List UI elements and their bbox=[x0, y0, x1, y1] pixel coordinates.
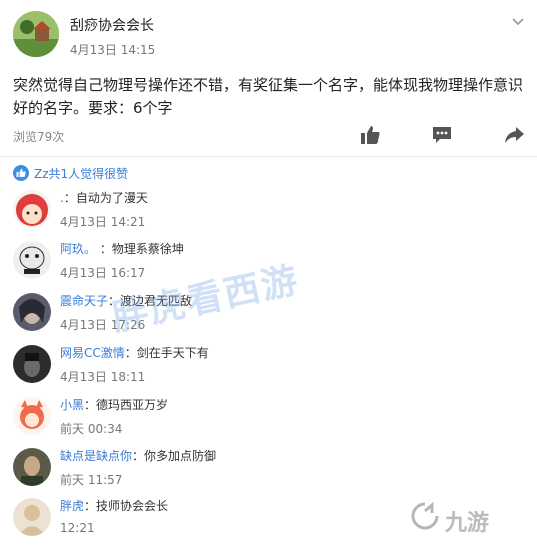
comment-sep: ： bbox=[96, 242, 112, 256]
comment-sep: ： bbox=[84, 499, 97, 513]
comment-time: 12:21 bbox=[60, 521, 95, 535]
likes-text: Zz共1人觉得很赞 bbox=[34, 167, 129, 181]
comment-author[interactable]: 网易CC激情 bbox=[60, 346, 125, 360]
share-icon[interactable] bbox=[503, 124, 525, 146]
comment-line: .：自动为了漫天 bbox=[60, 189, 148, 206]
comment-sep: ： bbox=[84, 398, 97, 412]
comment-time: 4月13日 14:21 bbox=[60, 215, 146, 229]
comment-time: 4月13日 16:17 bbox=[60, 266, 146, 280]
comment-author[interactable]: 震命天子 bbox=[60, 294, 108, 308]
comment-item: .：自动为了漫天 4月13日 14:21 bbox=[0, 186, 537, 238]
comment-avatar[interactable] bbox=[13, 397, 51, 435]
avatar-image bbox=[13, 345, 51, 383]
comment-author[interactable]: 阿玖。 bbox=[60, 242, 96, 256]
comment-line: 网易CC激情：剑在手天下有 bbox=[60, 344, 209, 361]
avatar-image bbox=[13, 448, 51, 486]
chevron-down-icon[interactable] bbox=[510, 14, 526, 30]
post-author-avatar[interactable] bbox=[13, 11, 59, 57]
view-count: 浏览79次 bbox=[13, 130, 65, 144]
comment-avatar[interactable] bbox=[13, 293, 51, 331]
comment-line: 阿玖。 ：物理系蔡徐坤 bbox=[60, 240, 184, 257]
comment-time: 4月13日 18:11 bbox=[60, 370, 146, 384]
comment-text: 技师协会会长 bbox=[96, 499, 169, 513]
avatar-image bbox=[13, 498, 51, 536]
comment-avatar[interactable] bbox=[13, 448, 51, 486]
comment-line: 小黑：德玛西亚万岁 bbox=[60, 396, 168, 413]
comment-text: 自动为了漫天 bbox=[75, 191, 148, 205]
comment-time: 前天 11:57 bbox=[60, 473, 123, 487]
post-header: 刮痧协会会长 4月13日 14:15 bbox=[0, 0, 537, 64]
comment-text: 你多加点防御 bbox=[144, 449, 217, 463]
comment-text: 物理系蔡徐坤 bbox=[111, 242, 184, 256]
comment-avatar[interactable] bbox=[13, 190, 51, 228]
comment-time: 前天 00:34 bbox=[60, 422, 123, 436]
brand-watermark: 九游 bbox=[445, 511, 490, 536]
comment-avatar[interactable] bbox=[13, 241, 51, 279]
avatar-image bbox=[13, 397, 51, 435]
comment-sep: ： bbox=[124, 346, 137, 360]
comment-text: 剑在手天下有 bbox=[136, 346, 209, 360]
comment-avatar[interactable] bbox=[13, 498, 51, 536]
post-body: 突然觉得自己物理号操作还不错，有奖征集一个名字，能体现我物理操作意识好的名字。要… bbox=[13, 76, 524, 117]
comment-author[interactable]: 小黑 bbox=[60, 398, 84, 412]
avatar-image bbox=[13, 190, 51, 228]
comment-sep: ： bbox=[63, 191, 76, 205]
avatar-image bbox=[13, 241, 51, 279]
post-author-name[interactable]: 刮痧协会会长 bbox=[70, 15, 154, 35]
comment-icon[interactable] bbox=[431, 124, 453, 146]
comment-line: 胖虎：技师协会会长 bbox=[60, 497, 168, 514]
comment-item: 小黑：德玛西亚万岁 前天 00:34 bbox=[0, 393, 537, 445]
brand-logo-icon bbox=[411, 501, 439, 530]
comment-item: 网易CC激情：剑在手天下有 4月13日 18:11 bbox=[0, 341, 537, 393]
comment-line: 缺点是缺点你：你多加点防御 bbox=[60, 447, 216, 464]
comment-text: 德玛西亚万岁 bbox=[96, 398, 169, 412]
comment-avatar[interactable] bbox=[13, 345, 51, 383]
comment-sep: ： bbox=[132, 449, 145, 463]
comment-author[interactable]: 缺点是缺点你 bbox=[60, 449, 132, 463]
avatar-image bbox=[13, 293, 51, 331]
like-badge-icon bbox=[13, 165, 29, 181]
divider bbox=[0, 156, 537, 157]
thumbs-up-icon[interactable] bbox=[359, 124, 381, 146]
post-time: 4月13日 14:15 bbox=[70, 43, 156, 57]
comment-item: 缺点是缺点你：你多加点防御 前天 11:57 bbox=[0, 444, 537, 496]
comment-author[interactable]: 胖虎 bbox=[60, 499, 84, 513]
avatar-image bbox=[13, 11, 59, 57]
